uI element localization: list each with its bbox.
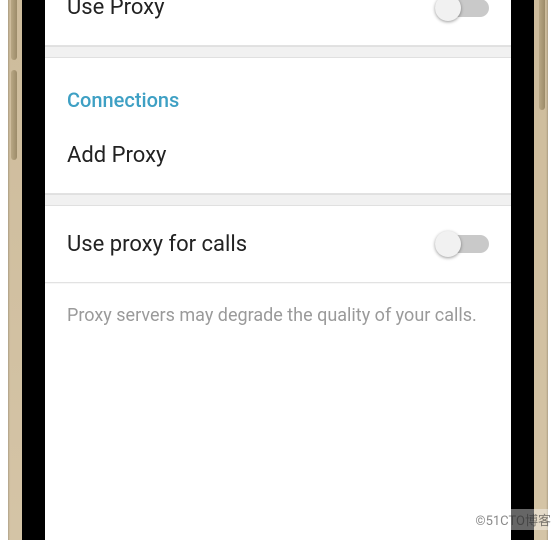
use-proxy-toggle[interactable]	[435, 0, 489, 21]
phone-body: 16:01 4G	[8, 0, 548, 540]
toggle-thumb	[435, 0, 461, 21]
phone-bezel: 16:01 4G	[22, 0, 534, 540]
toggle-thumb	[435, 231, 461, 257]
use-proxy-label: Use Proxy	[67, 0, 435, 20]
connections-header: Connections	[45, 58, 511, 118]
use-proxy-calls-label: Use proxy for calls	[67, 232, 435, 257]
power-button[interactable]	[539, 0, 545, 110]
helper-text: Proxy servers may degrade the quality of…	[45, 283, 511, 328]
settings-list: Use Proxy Connections Add Proxy Use prox…	[45, 0, 511, 328]
watermark: ©51CTO博客	[472, 509, 554, 530]
section-divider	[45, 46, 511, 58]
section-divider	[45, 194, 511, 206]
use-proxy-calls-row[interactable]: Use proxy for calls	[45, 206, 511, 282]
volume-up-button[interactable]	[11, 0, 17, 60]
use-proxy-row[interactable]: Use Proxy	[45, 0, 511, 46]
screen: 16:01 4G	[45, 0, 511, 540]
use-proxy-calls-toggle[interactable]	[435, 231, 489, 257]
volume-down-button[interactable]	[11, 70, 17, 160]
add-proxy-label: Add Proxy	[67, 143, 489, 168]
add-proxy-row[interactable]: Add Proxy	[45, 118, 511, 194]
